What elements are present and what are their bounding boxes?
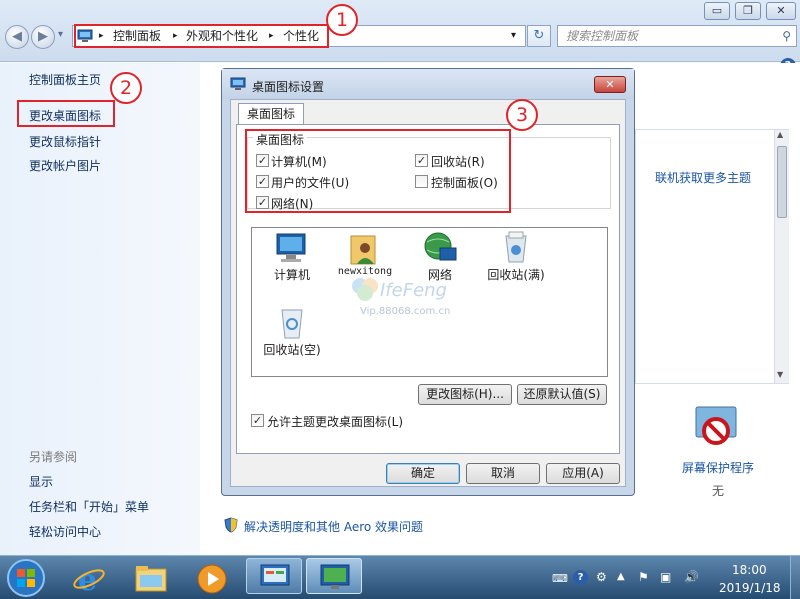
icon-list: 计算机 newxitong 网络 回收站(满) 回收站(空) IfeFeng V… [251, 227, 608, 377]
screensaver-value: 无 [712, 484, 725, 498]
restore-default-button[interactable]: 还原默认值(S) [517, 384, 607, 405]
sidebar-item-home[interactable]: 控制面板主页 [29, 71, 101, 88]
watermark-url: Vip.88068.com.cn [360, 306, 451, 317]
scroll-up-icon[interactable]: ▲ [777, 130, 783, 139]
search-icon[interactable]: ⚲ [782, 26, 791, 46]
scrollbar-thumb[interactable] [777, 146, 787, 218]
volume-icon[interactable]: 🔊 [684, 570, 699, 584]
maximize-button[interactable]: ❐ [735, 2, 761, 20]
screensaver-icon[interactable] [693, 404, 741, 452]
search-input[interactable]: 搜索控制面板 ⚲ [557, 25, 797, 47]
screensaver-label[interactable]: 屏幕保护程序 [682, 459, 754, 476]
tab-desktop-icons[interactable]: 桌面图标 [238, 103, 304, 125]
see-also-taskbar[interactable]: 任务栏和「开始」菜单 [29, 498, 149, 515]
taskbar-desktop-icon-settings[interactable] [306, 558, 362, 594]
sidebar-item-mouse-pointer[interactable]: 更改鼠标指针 [29, 133, 101, 150]
watermark-logo-icon [352, 278, 378, 301]
clock-date[interactable]: 2019/1/18 [719, 581, 781, 595]
dialog-app-icon [230, 77, 246, 90]
network-tray-icon[interactable]: ▣ [660, 570, 671, 584]
see-also-ease-of-access[interactable]: 轻松访问中心 [29, 523, 101, 540]
dialog-close-button[interactable]: ✕ [594, 76, 626, 93]
taskbar-control-panel[interactable] [246, 558, 302, 594]
close-button[interactable]: ✕ [766, 2, 796, 20]
recycle-bin-empty-icon[interactable] [276, 306, 308, 340]
icon-label-recycle-full: 回收站(满) [487, 268, 545, 282]
keyboard-icon[interactable]: ⌨ [552, 572, 568, 585]
network-icon[interactable] [422, 230, 458, 264]
scrollbar[interactable]: ▲ ▼ [774, 130, 789, 383]
media-player-icon[interactable] [196, 563, 228, 595]
show-desktop-button[interactable] [790, 556, 800, 599]
sidebar-item-desktop-icons[interactable]: 更改桌面图标 [29, 107, 101, 124]
checkbox-allow-themes-label[interactable]: 允许主题更改桌面图标(L) [267, 413, 403, 430]
see-also-display[interactable]: 显示 [29, 473, 53, 490]
desktop-settings-app-icon [320, 564, 350, 589]
troubleshoot-link[interactable]: 解决透明度和其他 Aero 效果问题 [244, 518, 423, 535]
internet-explorer-icon[interactable]: e [72, 562, 106, 596]
shield-icon [224, 517, 238, 533]
more-themes-link[interactable]: 联机获取更多主题 [655, 169, 751, 186]
tray-help-icon[interactable]: ? [573, 570, 588, 585]
taskbar [0, 555, 800, 599]
file-explorer-icon[interactable] [134, 563, 168, 593]
cancel-button[interactable]: 取消 [466, 463, 540, 484]
history-dropdown[interactable]: ▾ [58, 29, 63, 40]
minimize-button[interactable]: ▭ [704, 2, 730, 20]
icon-label-computer: 计算机 [273, 268, 310, 282]
theme-list [635, 129, 789, 384]
annotation-number-2: 2 [110, 72, 142, 104]
ok-button[interactable]: 确定 [386, 463, 460, 484]
forward-button[interactable]: ▶ [31, 25, 55, 49]
user-folder-icon[interactable] [347, 232, 379, 266]
gear-icon[interactable]: ⚙ [596, 570, 607, 584]
annotation-box-1 [74, 24, 329, 48]
scroll-down-icon[interactable]: ▼ [777, 370, 783, 379]
annotation-box-3 [245, 129, 511, 213]
annotation-number-1: 1 [326, 4, 358, 36]
control-panel-app-icon [260, 564, 290, 586]
back-button[interactable]: ◀ [5, 25, 29, 49]
computer-icon[interactable] [274, 232, 310, 264]
dialog-title: 桌面图标设置 [252, 80, 325, 94]
sidebar-item-account-picture[interactable]: 更改帐户图片 [29, 157, 101, 174]
search-placeholder: 搜索控制面板 [566, 29, 639, 43]
show-hidden-icons[interactable]: ▲ [617, 571, 625, 582]
recycle-bin-full-icon[interactable] [500, 230, 532, 264]
refresh-button[interactable]: ↻ [527, 25, 551, 47]
clock-time[interactable]: 18:00 [732, 563, 767, 577]
checkbox-allow-themes[interactable]: ✓ [251, 414, 264, 427]
action-center-flag-icon[interactable]: ⚑ [638, 570, 649, 584]
change-icon-button[interactable]: 更改图标(H)... [418, 384, 512, 405]
watermark-brand: IfeFeng [380, 280, 447, 301]
svg-text:e: e [78, 563, 97, 596]
address-dropdown-icon[interactable]: ▾ [511, 26, 516, 46]
apply-button[interactable]: 应用(A) [546, 463, 620, 484]
see-also-heading: 另请参阅 [29, 450, 78, 464]
start-button[interactable] [6, 558, 46, 598]
icon-label-recycle-empty: 回收站(空) [263, 343, 321, 357]
annotation-number-3: 3 [506, 99, 538, 131]
